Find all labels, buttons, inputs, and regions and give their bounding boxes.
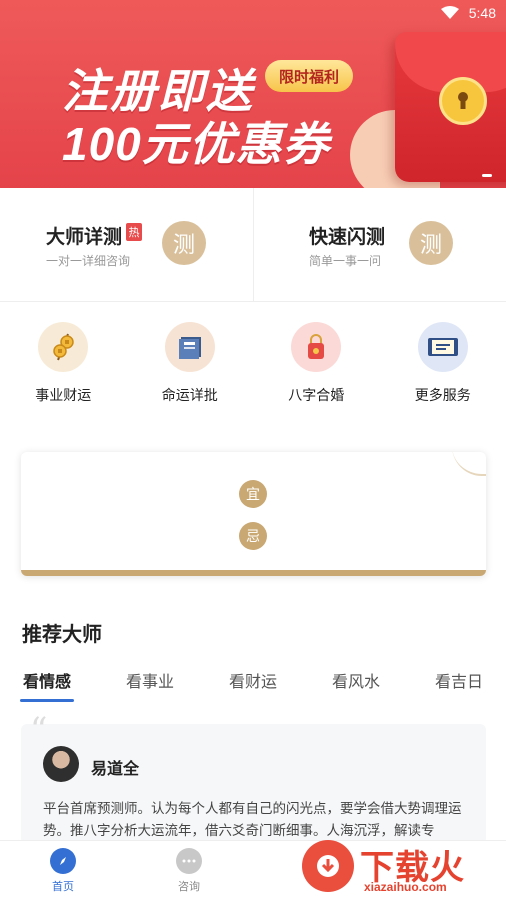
service-destiny-reading[interactable]: 命运详批 xyxy=(127,322,254,412)
wifi-icon xyxy=(440,6,459,19)
carousel-indicator xyxy=(482,174,492,177)
keyhole-icon xyxy=(439,77,487,125)
scroll-icon xyxy=(417,322,468,372)
coins-icon xyxy=(38,322,89,372)
measure-icon: 测 xyxy=(162,221,206,265)
banner-tag: 限时福利 xyxy=(265,60,353,92)
measure-icon: 测 xyxy=(409,221,453,265)
service-more[interactable]: 更多服务 xyxy=(380,322,506,412)
quote-icon: “ xyxy=(30,710,48,750)
status-time: 5:48 xyxy=(468,5,496,21)
master-consult-card[interactable]: 大师详测 热 一对一详细咨询 测 xyxy=(0,188,253,302)
compass-icon xyxy=(50,847,76,874)
watermark: 下载火 xiazaihuo.com xyxy=(300,836,506,900)
tab-career[interactable]: 看事业 xyxy=(125,668,175,704)
ji-badge: 忌 xyxy=(239,522,267,550)
corner-decoration xyxy=(452,452,486,476)
master-consult-subtitle: 一对一详细咨询 xyxy=(46,254,131,268)
service-marriage-match[interactable]: 八字合婚 xyxy=(253,322,380,412)
yi-badge: 宜 xyxy=(239,480,267,508)
master-card[interactable]: 易道全 平台首席预测师。认为每个人都有自己的闪光点，要学会借大势调理运势。推八字… xyxy=(21,724,486,844)
master-consult-title: 大师详测 xyxy=(46,227,123,248)
nav-label: 咨询 xyxy=(178,880,200,893)
service-label: 命运详批 xyxy=(161,387,218,403)
consult-options: 大师详测 热 一对一详细咨询 测 快速闪测 简单一事一问 测 xyxy=(0,188,506,302)
service-label: 事业财运 xyxy=(35,387,92,403)
chat-icon xyxy=(176,847,202,874)
nav-home[interactable]: 首页 xyxy=(0,841,126,900)
tab-emotion[interactable]: 看情感 xyxy=(19,668,75,704)
quick-consult-title: 快速闪测 xyxy=(309,227,386,248)
almanac-card[interactable]: 宜 忌 xyxy=(21,452,486,576)
hot-badge: 热 xyxy=(126,223,142,241)
quick-consult-card[interactable]: 快速闪测 简单一事一问 测 xyxy=(253,188,506,302)
nav-consult[interactable]: 咨询 xyxy=(126,841,252,900)
almanac-bottom-bar xyxy=(21,570,486,576)
nav-label: 首页 xyxy=(52,880,74,893)
banner-subheadline: 100元优惠券 xyxy=(62,118,330,170)
category-tabs: 看情感 看事业 看财运 看风水 看吉日 xyxy=(19,668,484,704)
status-bar: 5:48 xyxy=(440,5,496,21)
service-career-wealth[interactable]: 事业财运 xyxy=(0,322,127,412)
service-grid: 事业财运 命运详批 八字合婚 更多服务 xyxy=(0,322,506,412)
quick-consult-subtitle: 简单一事一问 xyxy=(309,254,382,268)
tab-auspicious-day[interactable]: 看吉日 xyxy=(434,668,484,704)
lock-icon xyxy=(291,322,342,372)
book-icon xyxy=(164,322,215,372)
watermark-url: xiazaihuo.com xyxy=(364,880,447,894)
tab-wealth[interactable]: 看财运 xyxy=(228,668,278,704)
red-envelope-illustration xyxy=(395,32,506,182)
watermark-logo-icon xyxy=(302,840,354,892)
service-label: 八字合婚 xyxy=(288,387,345,403)
service-label: 更多服务 xyxy=(414,387,471,403)
master-name: 易道全 xyxy=(91,761,140,778)
tab-fengshui[interactable]: 看风水 xyxy=(331,668,381,704)
section-title: 推荐大师 xyxy=(22,624,102,646)
promo-banner[interactable]: 5:48 注册即送 100元优惠券 限时福利 xyxy=(0,0,506,188)
avatar xyxy=(43,746,79,782)
